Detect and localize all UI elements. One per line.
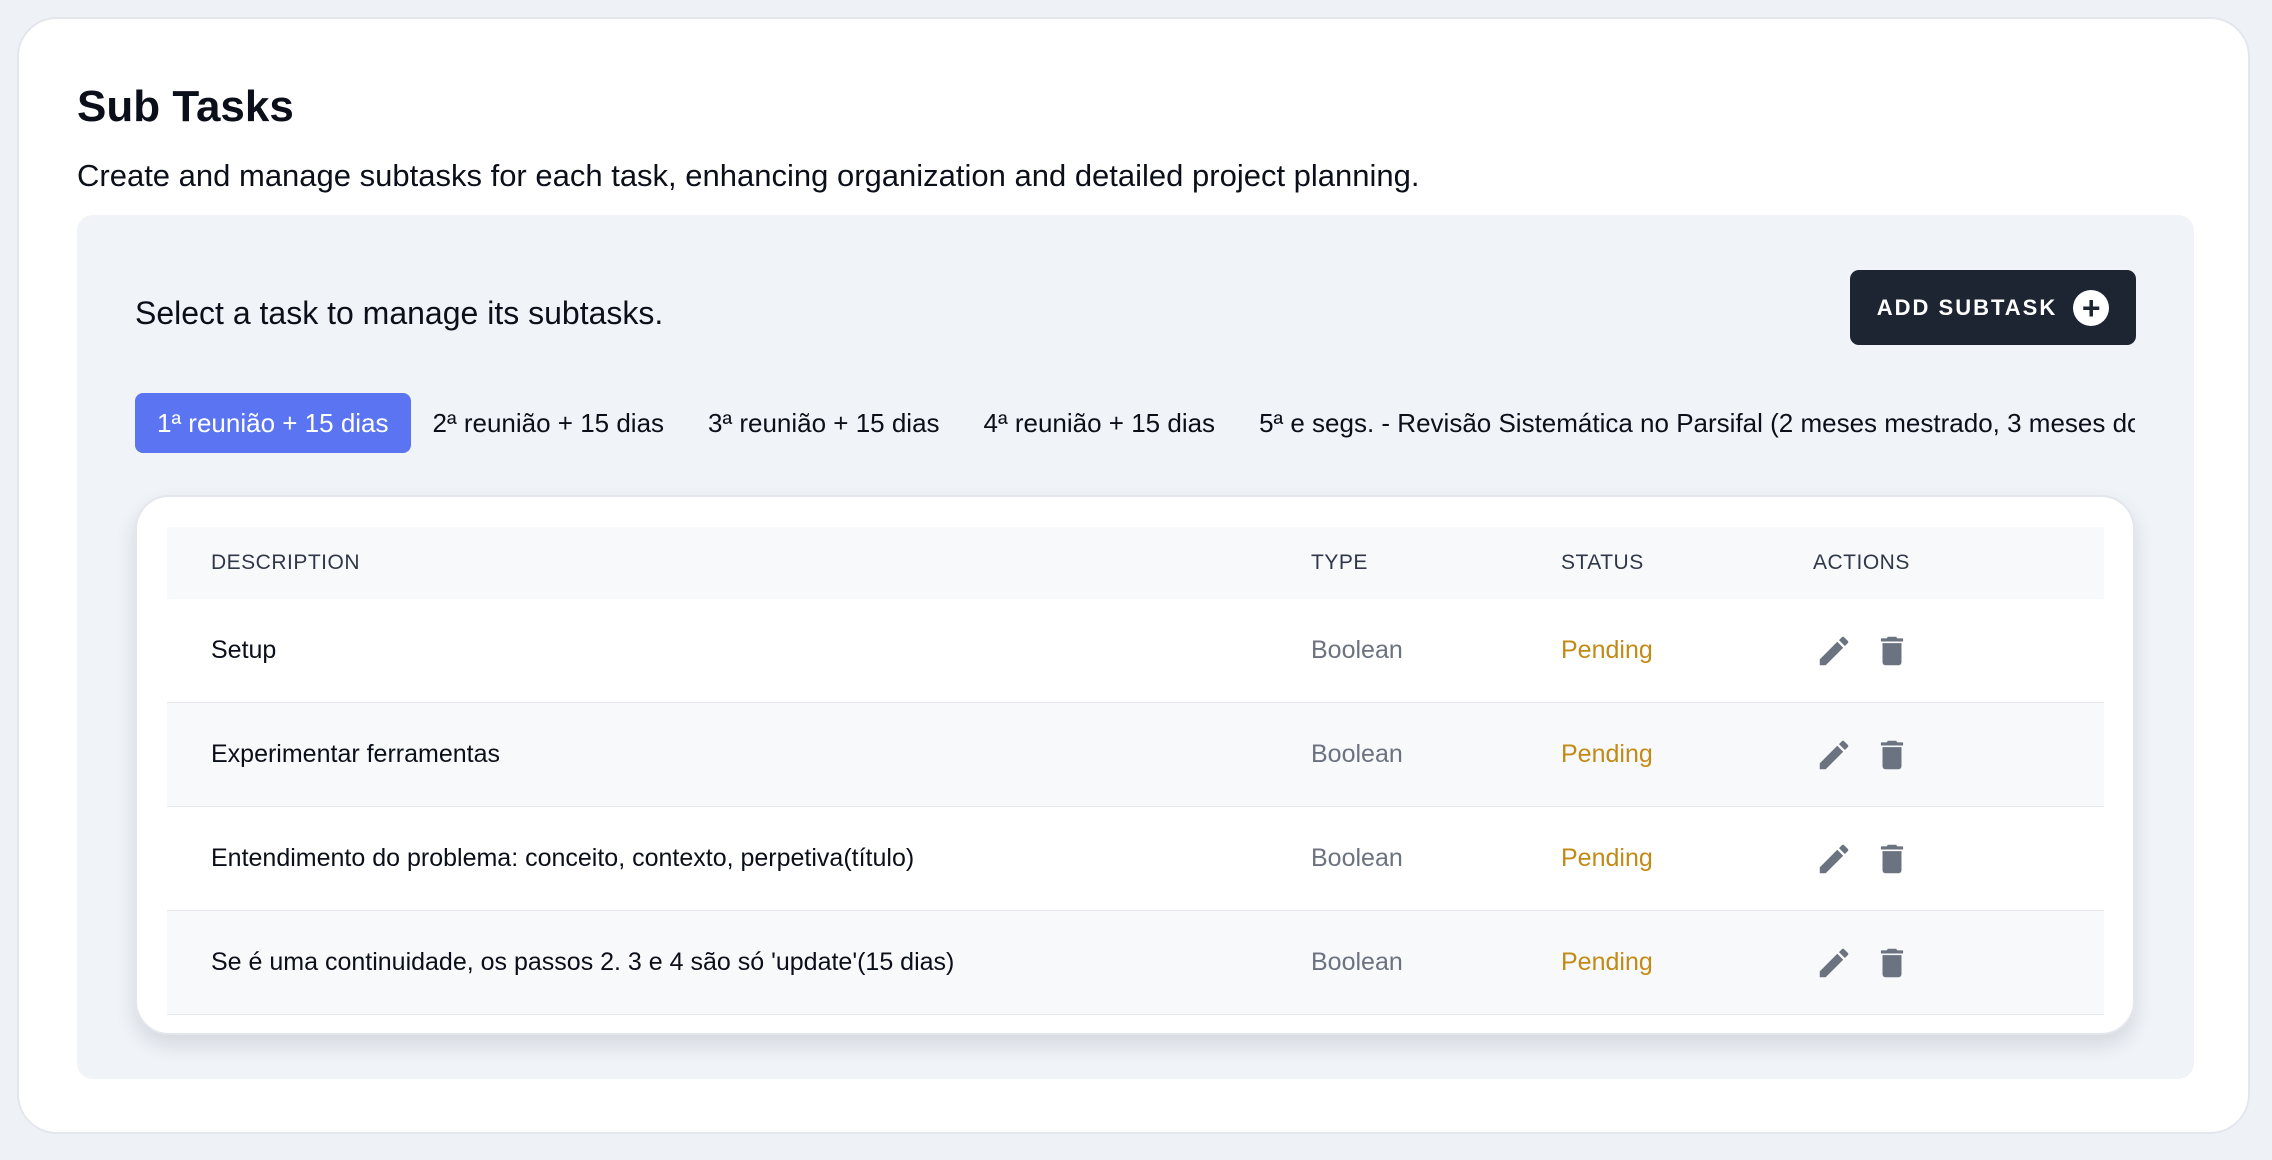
subtasks-panel: Select a task to manage its subtasks. AD… xyxy=(77,215,2194,1079)
row-description: Setup xyxy=(167,599,1310,703)
row-actions xyxy=(1812,599,2104,703)
pencil-icon[interactable] xyxy=(1815,736,1853,774)
column-header-actions: ACTIONS xyxy=(1813,551,1910,574)
row-type: Boolean xyxy=(1310,806,1560,911)
trash-icon[interactable] xyxy=(1873,840,1911,878)
status-badge: Pending xyxy=(1560,702,1812,807)
table-row: Setup Boolean Pending xyxy=(167,599,2104,703)
column-header-type: TYPE xyxy=(1311,551,1368,574)
trash-icon[interactable] xyxy=(1873,632,1911,670)
row-type: Boolean xyxy=(1310,702,1560,807)
tab-task-1[interactable]: 1ª reunião + 15 dias xyxy=(135,393,411,453)
row-description: Experimentar ferramentas xyxy=(167,702,1310,807)
row-actions xyxy=(1812,910,2104,1015)
row-actions xyxy=(1812,806,2104,911)
column-header-status: STATUS xyxy=(1561,551,1644,574)
subtasks-card: Sub Tasks Create and manage subtasks for… xyxy=(17,17,2250,1134)
pencil-icon[interactable] xyxy=(1815,632,1853,670)
table-row: Experimentar ferramentas Boolean Pending xyxy=(167,702,2104,807)
tab-task-4[interactable]: 4ª reunião + 15 dias xyxy=(962,393,1238,453)
task-tabs: 1ª reunião + 15 dias 2ª reunião + 15 dia… xyxy=(135,393,2135,453)
row-description: Entendimento do problema: conceito, cont… xyxy=(167,806,1310,911)
status-badge: Pending xyxy=(1560,806,1812,911)
subtasks-table: DESCRIPTION TYPE STATUS ACTIONS Setup Bo… xyxy=(167,527,2104,1015)
pencil-icon[interactable] xyxy=(1815,944,1853,982)
trash-icon[interactable] xyxy=(1873,944,1911,982)
pencil-icon[interactable] xyxy=(1815,840,1853,878)
page-subtitle: Create and manage subtasks for each task… xyxy=(77,158,1420,193)
select-task-prompt: Select a task to manage its subtasks. xyxy=(135,295,664,331)
tab-task-5[interactable]: 5ª e segs. - Revisão Sistemática no Pars… xyxy=(1237,393,2135,453)
row-type: Boolean xyxy=(1310,599,1560,703)
add-subtask-label: ADD SUBTASK xyxy=(1876,294,2058,320)
tab-task-2[interactable]: 2ª reunião + 15 dias xyxy=(411,393,687,453)
row-type: Boolean xyxy=(1310,910,1560,1015)
status-badge: Pending xyxy=(1560,599,1812,703)
page-title: Sub Tasks xyxy=(77,82,294,131)
status-badge: Pending xyxy=(1560,910,1812,1015)
column-header-description: DESCRIPTION xyxy=(211,551,361,574)
table-row: Se é uma continuidade, os passos 2. 3 e … xyxy=(167,910,2104,1015)
table-header-row: DESCRIPTION TYPE STATUS ACTIONS xyxy=(167,527,2104,599)
row-description: Se é uma continuidade, os passos 2. 3 e … xyxy=(167,910,1310,1015)
plus-circle-icon: + xyxy=(2073,289,2110,326)
tab-task-3[interactable]: 3ª reunião + 15 dias xyxy=(686,393,962,453)
trash-icon[interactable] xyxy=(1873,736,1911,774)
add-subtask-button[interactable]: ADD SUBTASK + xyxy=(1850,270,2136,345)
subtasks-table-card: DESCRIPTION TYPE STATUS ACTIONS Setup Bo… xyxy=(135,495,2135,1035)
row-actions xyxy=(1812,702,2104,807)
table-row: Entendimento do problema: conceito, cont… xyxy=(167,806,2104,911)
